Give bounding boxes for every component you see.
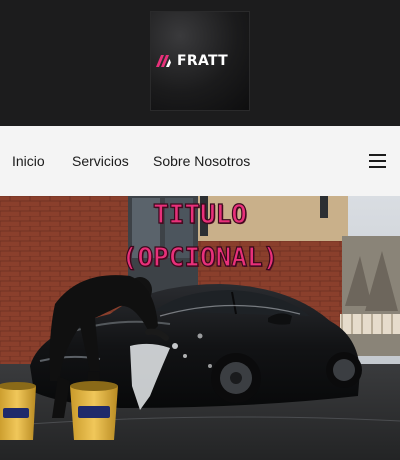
- site-header: FRATT: [0, 0, 400, 126]
- hamburger-line: [369, 166, 386, 168]
- brand-name: FRATT: [177, 53, 229, 69]
- hamburger-line: [369, 160, 386, 162]
- wash-bucket-left: [0, 382, 36, 440]
- logo-content: FRATT: [156, 52, 228, 70]
- nav-item-servicios[interactable]: Servicios: [72, 126, 129, 196]
- fratt-logo-mark-icon: [156, 55, 171, 67]
- hamburger-line: [369, 154, 386, 156]
- hero-banner: TITULO (OPCIONAL): [0, 196, 400, 460]
- hero-image: [0, 196, 400, 460]
- hero-title-line-1: TITULO: [152, 199, 247, 230]
- main-nav: Inicio Servicios Sobre Nosotros: [0, 126, 400, 196]
- nav-item-sobre-nosotros[interactable]: Sobre Nosotros: [153, 126, 250, 196]
- hamburger-menu-icon[interactable]: [369, 153, 387, 169]
- nav-item-inicio[interactable]: Inicio: [12, 126, 45, 196]
- brand-logo[interactable]: FRATT: [150, 11, 250, 111]
- hero-title-line-2: (OPCIONAL): [121, 242, 279, 273]
- wash-bucket-right: [70, 381, 118, 440]
